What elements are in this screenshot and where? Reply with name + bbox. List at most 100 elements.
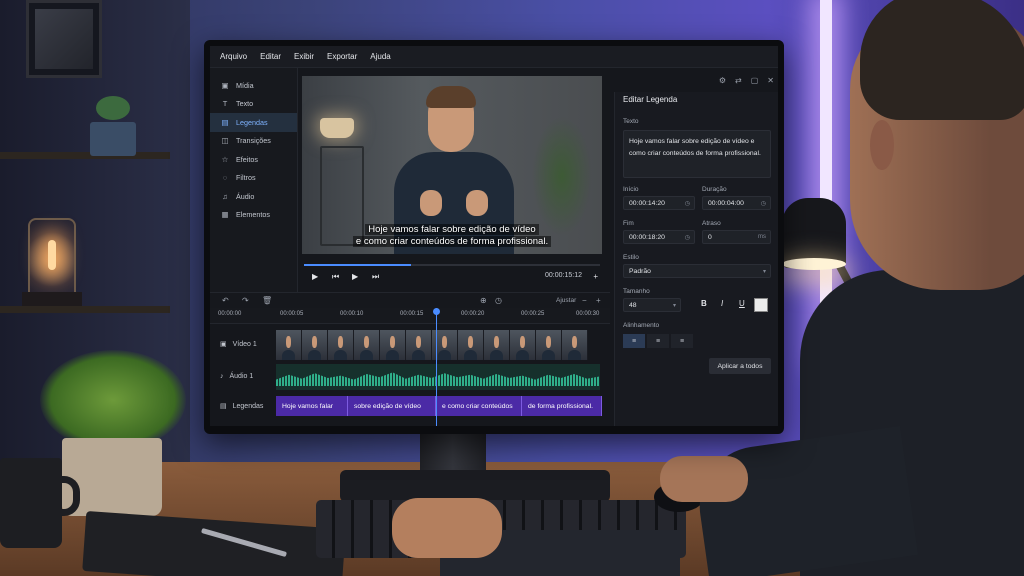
- menu-exibir[interactable]: Exibir: [294, 52, 314, 61]
- menu-editar[interactable]: Editar: [260, 52, 281, 61]
- size-select[interactable]: 48 ▾: [623, 298, 681, 312]
- clock-small-icon: ◷: [684, 234, 690, 241]
- ruler-tick: 00:00:30: [576, 311, 600, 317]
- ruler-tick: 00:00:00: [218, 311, 242, 317]
- sidebar-item-elementos[interactable]: ▦ Elementos: [210, 206, 297, 225]
- skip-back-icon[interactable]: ⏮: [332, 272, 339, 282]
- transitions-icon: ◫: [221, 136, 229, 146]
- video-editor-window: Arquivo Editar Exibir Exportar Ajuda ⚙ ⇄…: [210, 46, 778, 426]
- text-label: Texto: [623, 118, 639, 125]
- magnet-icon[interactable]: ⊕: [480, 296, 487, 305]
- delete-icon[interactable]: 🗑: [262, 296, 272, 305]
- zoom-select[interactable]: Ajustar: [556, 297, 576, 304]
- track-label-audio: ♪ Áudio 1: [220, 372, 254, 380]
- monitor: Arquivo Editar Exibir Exportar Ajuda ⚙ ⇄…: [204, 40, 784, 434]
- zoom-out-icon[interactable]: −: [582, 296, 587, 305]
- playback-controls: ▶ ⏮ ▶ ⏭ 00:00:15:12 +: [302, 262, 602, 286]
- wall-shelf-top: [0, 152, 170, 159]
- track-label-subtitles: ▤ Legendas: [220, 402, 264, 411]
- subtitle-clip[interactable]: de forma profissional.: [522, 396, 602, 416]
- scrub-bar[interactable]: [304, 264, 600, 266]
- window-controls: ⚙ ⇄ ▢ ✕: [719, 76, 774, 85]
- timeline-ruler[interactable]: 00:00:00 00:00:05 00:00:10 00:00:15 00:0…: [210, 308, 610, 324]
- size-label: Tamanho: [623, 288, 650, 295]
- sidebar-item-efeitos[interactable]: ☆ Efeitos: [210, 150, 297, 169]
- duration-field[interactable]: 00:00:04:00 ◷: [702, 196, 771, 210]
- sidebar: ▣ Mídia T Texto ▤ Legendas ◫ Transições ☆ Efe…: [210, 68, 298, 292]
- subtitle-text-field[interactable]: Hoje vamos falar sobre edição de vídeo e…: [623, 130, 771, 178]
- clock-small-icon: ◷: [684, 200, 690, 207]
- audio-clip[interactable]: [276, 364, 600, 390]
- menu-exportar[interactable]: Exportar: [327, 52, 357, 61]
- subtitle-clip[interactable]: Hoje vamos falar: [276, 396, 348, 416]
- underline-button[interactable]: U: [739, 299, 745, 308]
- close-icon[interactable]: ✕: [767, 76, 774, 85]
- align-center-icon[interactable]: ≡: [647, 334, 669, 348]
- timeline-toolbar: ↶ ↷ 🗑 ⊕ ◷ Ajustar − +: [210, 292, 610, 308]
- apply-to-all-button[interactable]: Aplicar a todos: [709, 358, 771, 374]
- scrub-progress: [304, 264, 411, 266]
- subtitles-track-icon: ▤: [220, 403, 227, 410]
- preview-lamp: [320, 118, 354, 138]
- clock-icon[interactable]: ◷: [495, 296, 502, 305]
- redo-icon[interactable]: ↷: [242, 296, 249, 305]
- start-label: Início: [623, 186, 639, 193]
- start-time-field[interactable]: 00:00:14:20 ◷: [623, 196, 695, 210]
- align-left-icon[interactable]: ≡: [623, 334, 645, 348]
- audio-icon: ♫: [222, 191, 228, 201]
- settings-icon[interactable]: ⚙: [719, 76, 726, 85]
- caption-line-2: e como criar conteúdos de forma profissi…: [302, 236, 602, 248]
- preview-plant: [532, 116, 592, 236]
- ruler-tick: 00:00:15: [400, 311, 424, 317]
- skip-forward-icon[interactable]: ⏭: [372, 272, 379, 282]
- elements-icon: ▦: [221, 210, 229, 220]
- wall-picture-frame: [26, 0, 102, 78]
- video-clip[interactable]: [276, 330, 588, 360]
- sidebar-item-transicoes[interactable]: ◫ Transições: [210, 132, 297, 151]
- zoom-in-icon[interactable]: +: [596, 296, 601, 305]
- text-color-swatch[interactable]: [754, 298, 768, 312]
- menu-arquivo[interactable]: Arquivo: [220, 52, 247, 61]
- alignment-group: ≡ ≡ ≡: [623, 334, 693, 348]
- italic-button[interactable]: I: [721, 299, 723, 308]
- end-time-field[interactable]: 00:00:18:20 ◷: [623, 230, 695, 244]
- track-label-video: ▣ Vídeo 1: [220, 340, 257, 349]
- style-label: Estilo: [623, 254, 639, 261]
- caption-line-1: Hoje vamos falar sobre edição de vídeo: [302, 224, 602, 236]
- wall-shelf-bottom: [0, 306, 170, 313]
- add-icon[interactable]: +: [593, 272, 598, 281]
- sidebar-item-legendas[interactable]: ▤ Legendas: [210, 113, 297, 132]
- maximize-icon[interactable]: ▢: [751, 76, 759, 85]
- delay-field[interactable]: 0 ms: [702, 230, 771, 244]
- ruler-tick: 00:00:20: [461, 311, 485, 317]
- subtitle-clip[interactable]: e como criar conteúdos: [436, 396, 522, 416]
- delay-label: Atraso: [702, 220, 721, 227]
- menu-ajuda[interactable]: Ajuda: [370, 52, 390, 61]
- audio-track-icon: ♪: [220, 372, 224, 380]
- timecode: 00:00:15:12: [545, 272, 582, 279]
- sidebar-item-filtros[interactable]: ◌ Filtros: [210, 169, 297, 188]
- sidebar-item-audio[interactable]: ♫ Áudio: [210, 187, 297, 206]
- align-right-icon[interactable]: ≡: [671, 334, 693, 348]
- video-preview[interactable]: Hoje vamos falar sobre edição de vídeo e…: [302, 76, 602, 254]
- bold-button[interactable]: B: [701, 299, 707, 308]
- chevron-down-icon: ▾: [672, 302, 676, 309]
- ruler-tick: 00:00:10: [340, 311, 364, 317]
- play-button-icon[interactable]: ▶: [352, 272, 358, 281]
- media-icon: ▣: [221, 80, 229, 90]
- small-plant: [88, 96, 138, 156]
- subtitle-clip[interactable]: sobre edição de vídeo: [348, 396, 436, 416]
- panel-title: Editar Legenda: [623, 95, 678, 104]
- play-icon[interactable]: ▶: [312, 272, 318, 281]
- sidebar-item-texto[interactable]: T Texto: [210, 95, 297, 114]
- playhead-handle[interactable]: [433, 308, 440, 315]
- undo-icon[interactable]: ↶: [222, 296, 229, 305]
- audio-waveform: [276, 372, 600, 386]
- sidebar-item-midia[interactable]: ▣ Mídia: [210, 76, 297, 95]
- style-select[interactable]: Padrão ▾: [623, 264, 771, 278]
- clock-small-icon: ◷: [760, 200, 766, 207]
- share-icon[interactable]: ⇄: [735, 76, 742, 85]
- playhead[interactable]: [436, 308, 437, 426]
- effects-icon: ☆: [221, 154, 229, 164]
- alignment-label: Alinhamento: [623, 322, 660, 329]
